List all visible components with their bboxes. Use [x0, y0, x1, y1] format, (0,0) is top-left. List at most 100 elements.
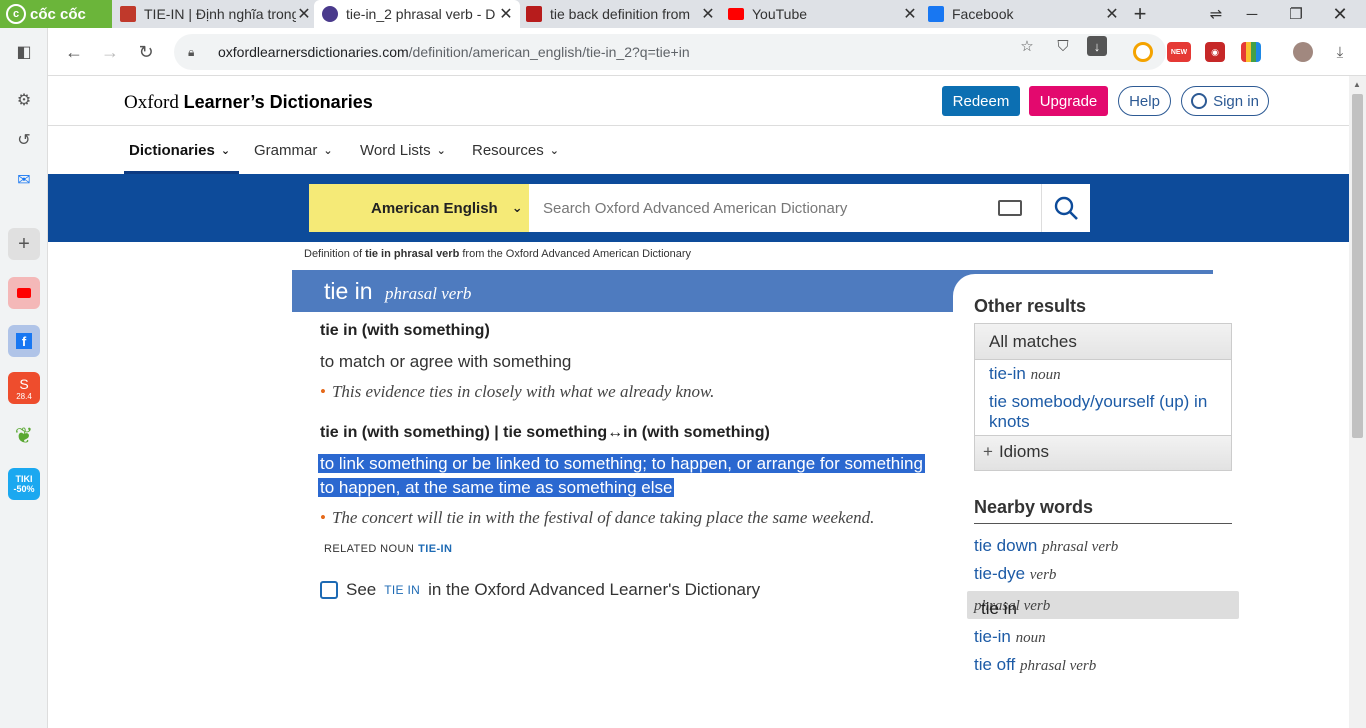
tab-title: tie-in_2 phrasal verb - D: [346, 6, 496, 22]
tiki-shortcut-icon[interactable]: TIKI -50%: [8, 468, 40, 500]
cambridge-favicon-icon: [120, 6, 136, 22]
minimize-button[interactable]: ─: [1230, 0, 1274, 28]
scroll-up-arrow-icon[interactable]: ▲: [1353, 80, 1361, 89]
tab-youtube[interactable]: YouTube ✕: [720, 0, 924, 28]
chevron-down-icon: ⌄: [323, 145, 333, 157]
logo-learners-dictionaries: Learner’s Dictionaries: [183, 92, 373, 112]
download-page-icon[interactable]: ↓: [1087, 36, 1107, 56]
keyboard-icon[interactable]: [998, 200, 1022, 216]
tab-tie-back[interactable]: tie back definition from ✕: [518, 0, 722, 28]
nearby-word[interactable]: tie down phrasal verb: [974, 536, 1118, 556]
help-button[interactable]: Help: [1118, 86, 1171, 116]
nearby-word-pos: verb: [1029, 567, 1057, 583]
shopee-shortcut-icon[interactable]: S 28.4: [8, 372, 40, 404]
nearby-words-title: Nearby words: [974, 497, 1094, 517]
menu-label: Dictionaries: [129, 142, 215, 159]
headword: tie in: [324, 278, 373, 304]
dictionary-select[interactable]: American English ⌄: [309, 184, 529, 232]
all-matches-tab[interactable]: All matches: [975, 324, 1231, 360]
tiki-label: TIKI: [15, 474, 33, 484]
coccoc-leaf-shortcut-icon[interactable]: ❦: [8, 420, 40, 452]
add-shortcut-icon[interactable]: +: [8, 228, 40, 260]
downloads-icon[interactable]: ⤓: [1328, 40, 1352, 64]
coccoc-menu-button[interactable]: c cốc cốc: [0, 0, 112, 28]
scrollbar-thumb[interactable]: [1352, 94, 1363, 438]
see-pre: See: [346, 580, 377, 599]
browser-tab-bar: c cốc cốc TIE-IN | Định nghĩa trong ✕ ti…: [0, 0, 1366, 28]
history-icon[interactable]: ↺: [8, 124, 40, 156]
coccoc-extension-icon[interactable]: [1133, 42, 1153, 62]
nearby-word-label: tie off: [974, 655, 1016, 674]
close-tab-icon[interactable]: ✕: [296, 4, 312, 24]
tab-facebook[interactable]: Facebook ✕: [920, 0, 1126, 28]
close-tab-icon[interactable]: ✕: [700, 4, 716, 24]
restore-button[interactable]: ❐: [1274, 0, 1318, 28]
redeem-button[interactable]: Redeem: [942, 86, 1020, 116]
sense1-definition: to match or agree with something: [320, 352, 572, 371]
facebook-shortcut-icon[interactable]: f: [8, 325, 40, 357]
search-button[interactable]: [1041, 184, 1090, 232]
nearby-word-label: tie-dye: [974, 564, 1026, 583]
search-input[interactable]: Search Oxford Advanced American Dictiona…: [529, 184, 1041, 232]
see-link[interactable]: tie in: [384, 583, 420, 597]
logo-oxford: Oxford: [124, 92, 179, 113]
nearby-word-selected[interactable]: tie in phrasal verb: [967, 591, 1239, 619]
new-badge-label: NEW: [1170, 48, 1188, 56]
new-extension-icon[interactable]: NEW: [1167, 42, 1191, 62]
close-tab-icon[interactable]: ✕: [498, 4, 514, 24]
url-domain: oxfordlearnersdictionaries.com: [218, 44, 409, 60]
reload-icon[interactable]: ↻: [134, 40, 158, 64]
tab-title: tie back definition from: [550, 6, 691, 22]
close-window-button[interactable]: ✕: [1318, 0, 1362, 28]
site-logo[interactable]: Oxford Learner’s Dictionaries: [124, 92, 373, 114]
upgrade-button[interactable]: Upgrade: [1029, 86, 1108, 116]
chevron-down-icon: ⌄: [436, 145, 446, 157]
browser-sidebar: ◧ ⚙ ↺ ✉ + f S 28.4 ❦ TIKI -50%: [0, 28, 48, 728]
example-text: The concert will tie in with the festiva…: [331, 508, 875, 527]
match-item[interactable]: tie-in noun: [989, 364, 1061, 384]
profile-avatar[interactable]: [1293, 42, 1313, 62]
bookmark-star-icon[interactable]: ☆: [1015, 34, 1039, 58]
forward-arrow-icon[interactable]: →: [98, 40, 122, 64]
menu-dictionaries[interactable]: Dictionaries ⌄: [129, 142, 230, 159]
youtube-favicon-icon: [728, 8, 744, 20]
shield-icon[interactable]: ⛉: [1051, 34, 1075, 58]
facebook-favicon-icon: [928, 6, 944, 22]
nearby-word[interactable]: tie-dye verb: [974, 564, 1056, 584]
page-scrollbar[interactable]: ▲: [1349, 76, 1366, 728]
match-word: tie-in: [989, 364, 1026, 383]
tab-oxford-active[interactable]: tie-in_2 phrasal verb - D ✕: [314, 0, 520, 28]
nearby-word[interactable]: tie-in noun: [974, 627, 1046, 647]
tab-tie-in-cambridge[interactable]: TIE-IN | Định nghĩa trong ✕: [112, 0, 318, 28]
menu-label: Grammar: [254, 142, 318, 159]
new-tab-button[interactable]: +: [1118, 0, 1162, 28]
close-tab-icon[interactable]: ✕: [902, 4, 918, 24]
nearby-word-pos: phrasal verb: [1042, 539, 1119, 555]
back-arrow-icon[interactable]: ←: [62, 40, 86, 64]
menu-grammar[interactable]: Grammar ⌄: [254, 142, 333, 159]
match-item[interactable]: tie somebody/yourself (up) in knots: [989, 392, 1225, 432]
chevron-down-icon: ⌄: [511, 200, 523, 215]
sidebar-toggle-icon[interactable]: ◧: [8, 36, 40, 68]
menu-word-lists[interactable]: Word Lists ⌄: [360, 142, 446, 159]
messenger-icon[interactable]: ✉: [8, 164, 40, 196]
idioms-tab[interactable]: + Idioms: [975, 435, 1231, 470]
menu-resources[interactable]: Resources ⌄: [472, 142, 559, 159]
bullet-icon: •: [320, 508, 326, 527]
red-extension-icon[interactable]: ◉: [1205, 42, 1225, 62]
lock-icon: 🔒︎: [188, 44, 195, 59]
color-extension-icon[interactable]: [1241, 42, 1261, 62]
nearby-word-pos: noun: [1015, 630, 1046, 646]
toolbar: ← → ↻ 🔒︎ oxfordlearnersdictionaries.com /…: [48, 28, 1366, 76]
settings-gear-icon[interactable]: ⚙: [8, 84, 40, 116]
sign-in-button[interactable]: Sign in: [1181, 86, 1269, 116]
youtube-shortcut-icon[interactable]: [8, 277, 40, 309]
shopee-date-label: 28.4: [16, 391, 32, 401]
related-label: RELATED NOUN: [324, 543, 415, 555]
sign-in-label: Sign in: [1213, 92, 1259, 110]
related-link[interactable]: TIE-IN: [418, 543, 452, 555]
part-of-speech: phrasal verb: [385, 284, 472, 303]
crumb-post: from the Oxford Advanced American Dictio…: [459, 248, 692, 260]
nearby-word[interactable]: tie off phrasal verb: [974, 655, 1096, 675]
user-icon: [1191, 93, 1208, 109]
